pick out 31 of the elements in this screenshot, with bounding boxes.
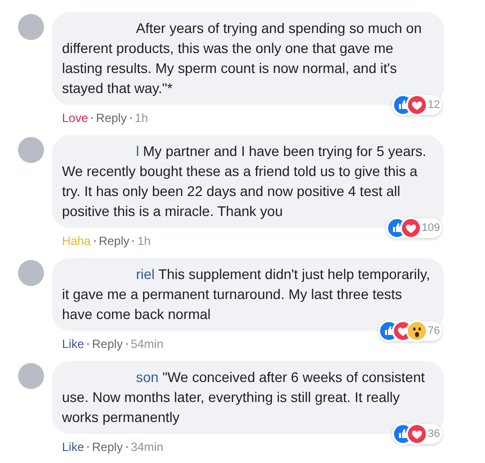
comment-time: 34min xyxy=(130,439,164,455)
comment-time: 1h xyxy=(137,233,151,249)
reaction-summary[interactable]: 109 xyxy=(386,218,442,238)
reaction-link[interactable]: Like xyxy=(62,439,84,455)
comment-time: 54min xyxy=(130,336,164,352)
avatar[interactable] xyxy=(18,137,44,163)
reaction-summary[interactable]: 12 xyxy=(392,95,442,115)
heart-icon xyxy=(408,425,426,443)
heart-icon xyxy=(408,96,426,114)
reply-link[interactable]: Reply xyxy=(98,233,130,249)
reply-link[interactable]: Reply xyxy=(92,336,123,352)
comment-text: After years of trying and spending so much on different products, this was the only one that gave me lasting results. My sperm count is now normal, and it's stayed that way."* xyxy=(62,19,423,98)
comment-text: son "We conceived after 6 weeks of consistent use. Now months later, everything is still great. It really works permanently xyxy=(62,368,426,427)
reaction-link[interactable]: Like xyxy=(62,336,84,352)
reaction-summary[interactable]: 76 xyxy=(378,321,442,341)
surprised-emoji-icon xyxy=(408,322,426,340)
reaction-count: 12 xyxy=(428,98,440,113)
avatar[interactable] xyxy=(18,260,44,286)
reaction-link[interactable]: Love xyxy=(62,110,88,126)
comment-text: l My partner and I have been trying for 5 years. We recently bought these as a friend told us to give this a try. It has only been 22 days and now positive 4 test all positive this is a miracle. Thank you xyxy=(62,142,428,221)
comment-time: 1h xyxy=(134,110,148,126)
reaction-summary[interactable]: 36 xyxy=(392,424,442,444)
heart-icon xyxy=(402,219,420,237)
avatar[interactable] xyxy=(18,363,44,389)
reply-link[interactable]: Reply xyxy=(96,110,127,126)
reaction-count: 76 xyxy=(428,324,440,339)
comment-text: riel This supplement didn't just help temporarily, it gave me a permanent turnaround. My last three tests have come back normal xyxy=(62,265,431,324)
reaction-count: 109 xyxy=(422,220,440,236)
reaction-count: 36 xyxy=(428,426,440,442)
reply-link[interactable]: Reply xyxy=(92,439,123,455)
avatar[interactable] xyxy=(18,14,44,40)
